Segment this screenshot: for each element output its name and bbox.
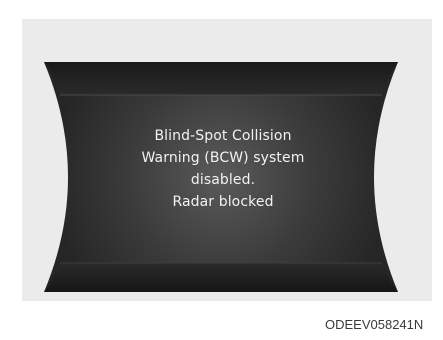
message-line-4: Radar blocked	[172, 194, 274, 210]
message-line-3: disabled.	[190, 172, 256, 188]
bcw-warning-message: Blind-Spot Collision Warning (BCW) syste…	[123, 125, 323, 213]
message-line-1: Blind-Spot Collision	[154, 128, 292, 144]
screen-top-band	[44, 62, 398, 95]
message-line-2: Warning (BCW) system	[141, 150, 305, 166]
figure-code-label: ODEEV058241N	[325, 317, 424, 332]
screen-bottom-band	[44, 263, 398, 292]
